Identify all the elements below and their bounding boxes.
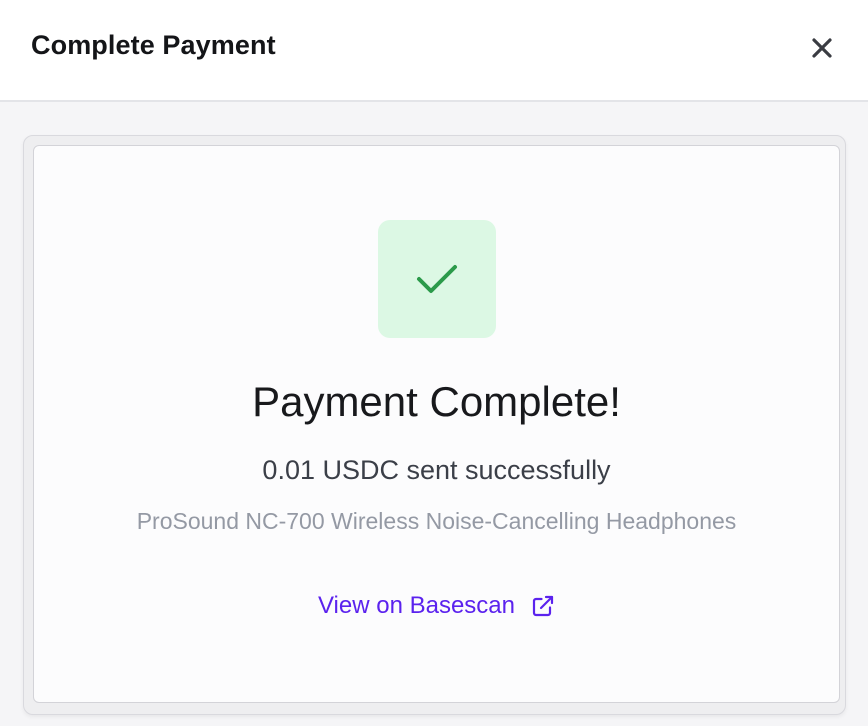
dialog-title: Complete Payment [31,30,276,60]
amount-sent-text: 0.01 USDC sent successfully [262,455,611,485]
checkmark-icon [417,265,457,293]
status-card-frame: Payment Complete! 0.01 USDC sent success… [23,135,846,715]
product-name: ProSound NC-700 Wireless Noise-Cancellin… [136,508,737,534]
status-headline: Payment Complete! [252,378,621,425]
status-card: Payment Complete! 0.01 USDC sent success… [33,145,840,703]
payment-dialog: Complete Payment Payment Complete! 0.01 … [0,0,868,726]
dialog-body: Payment Complete! 0.01 USDC sent success… [0,102,868,726]
close-icon [812,38,832,58]
dialog-header: Complete Payment [0,0,868,102]
close-button[interactable] [800,26,844,70]
view-on-basescan-link[interactable]: View on Basescan [34,592,839,620]
link-label: View on Basescan [317,592,515,619]
external-link-icon [532,595,554,617]
success-badge [378,220,496,338]
